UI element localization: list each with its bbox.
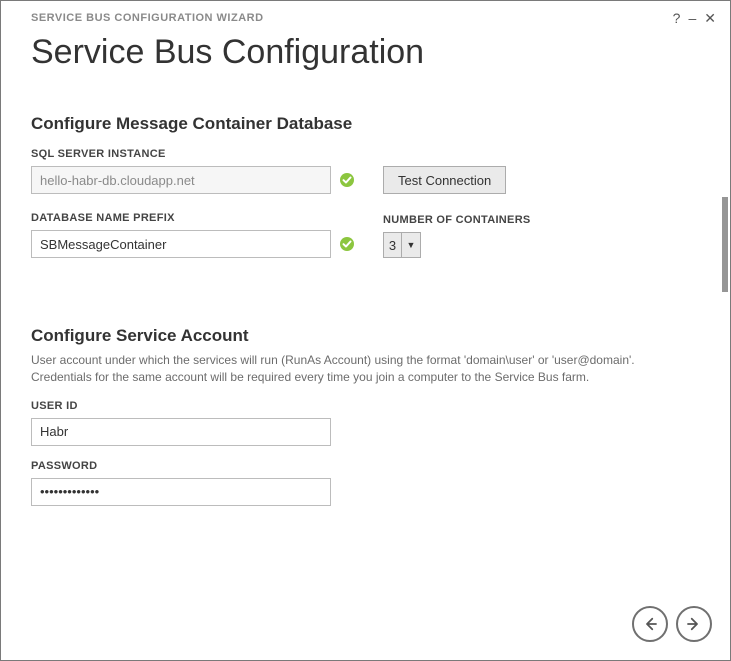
wizard-window: SERVICE BUS CONFIGURATION WIZARD ? – ✕ S… — [0, 0, 731, 661]
label-num-containers: NUMBER OF CONTAINERS — [383, 214, 690, 226]
check-icon — [339, 236, 355, 252]
page-title: Service Bus Configuration — [1, 25, 730, 102]
label-db-prefix: DATABASE NAME PREFIX — [31, 212, 361, 224]
section-db-heading: Configure Message Container Database — [31, 114, 690, 134]
footer-nav — [632, 596, 730, 660]
check-icon — [339, 172, 355, 188]
user-id-input[interactable] — [31, 418, 331, 446]
scrollbar-thumb[interactable] — [722, 197, 728, 292]
col-sql-instance: SQL SERVER INSTANCE — [31, 148, 361, 194]
chevron-down-icon[interactable]: ▼ — [402, 233, 420, 257]
col-num-containers: NUMBER OF CONTAINERS 3 ▼ — [383, 214, 690, 258]
scrollbar[interactable] — [720, 102, 728, 660]
help-icon[interactable]: ? — [673, 11, 681, 25]
password-input[interactable] — [31, 478, 331, 506]
titlebar: SERVICE BUS CONFIGURATION WIZARD ? – ✕ — [1, 1, 730, 25]
row-db-prefix: DATABASE NAME PREFIX NUMBER OF CONTAINER… — [31, 212, 690, 258]
close-icon[interactable]: ✕ — [704, 11, 716, 25]
next-button[interactable] — [676, 606, 712, 642]
section-account-desc: User account under which the services wi… — [31, 352, 671, 386]
col-db-prefix: DATABASE NAME PREFIX — [31, 212, 361, 258]
row-sql-instance: SQL SERVER INSTANCE Test Connection — [31, 148, 690, 194]
label-sql-instance: SQL SERVER INSTANCE — [31, 148, 361, 160]
content-wrap: Configure Message Container Database SQL… — [1, 102, 730, 660]
minimize-icon[interactable]: – — [688, 11, 696, 25]
wizard-subtitle: SERVICE BUS CONFIGURATION WIZARD — [31, 12, 673, 24]
test-connection-button[interactable]: Test Connection — [383, 166, 506, 194]
col-test-connection: Test Connection — [383, 166, 690, 194]
containers-select[interactable]: 3 ▼ — [383, 232, 421, 258]
window-controls: ? – ✕ — [673, 11, 716, 25]
label-user-id: USER ID — [31, 400, 690, 412]
db-prefix-input[interactable] — [31, 230, 331, 258]
label-password: PASSWORD — [31, 460, 690, 472]
back-button[interactable] — [632, 606, 668, 642]
section-account-heading: Configure Service Account — [31, 326, 690, 346]
containers-value: 3 — [384, 233, 402, 257]
content-area: Configure Message Container Database SQL… — [1, 102, 720, 660]
sql-instance-input[interactable] — [31, 166, 331, 194]
